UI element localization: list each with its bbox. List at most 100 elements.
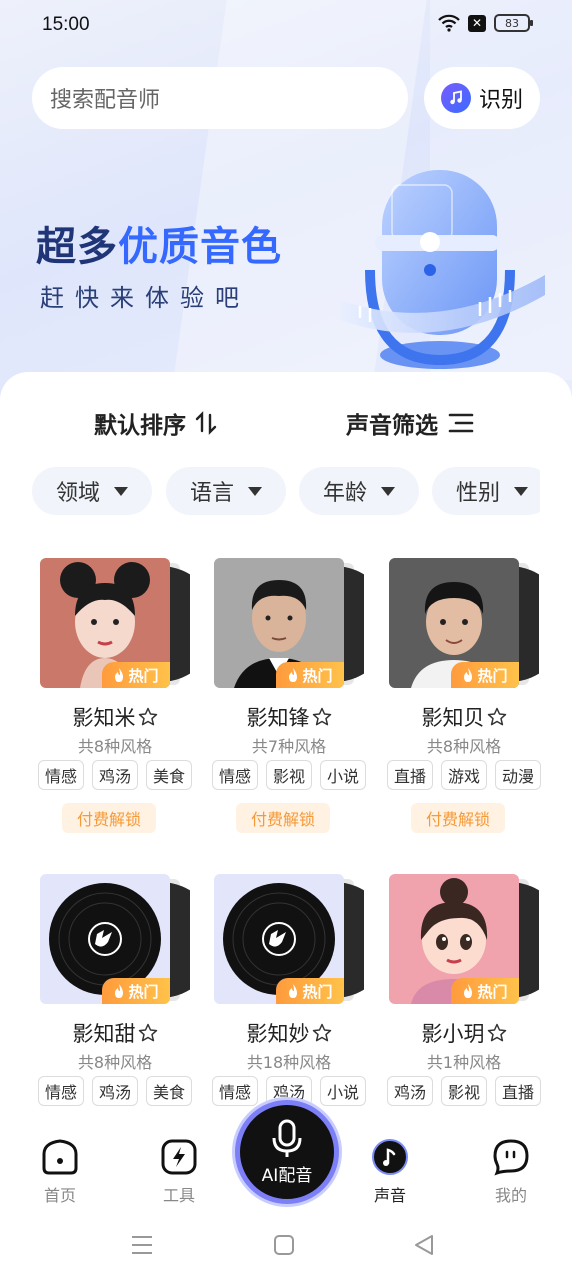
nav-tools[interactable]: 工具 [139, 1138, 219, 1206]
voice-tag: 鸡汤 [91, 760, 138, 790]
voice-card[interactable]: 热门 影知锋 共7种风格 情感 影视 小说 付费解锁 [211, 558, 392, 838]
flame-icon [115, 667, 124, 682]
voice-tag: 情感 [211, 1076, 258, 1106]
star-outline-icon[interactable] [312, 1023, 332, 1043]
home-square-icon[interactable] [273, 1234, 295, 1256]
voice-tag: 鸡汤 [386, 1076, 433, 1106]
caret-down-icon [381, 486, 395, 496]
menu-icon[interactable] [131, 1234, 153, 1256]
voice-style-count: 共7种风格 [251, 737, 327, 756]
hot-badge-label: 热门 [128, 982, 159, 1001]
sort-default-button[interactable]: 默认排序 [94, 406, 218, 440]
battery-level: 83 [505, 16, 519, 30]
nav-voice[interactable]: 声音 [350, 1138, 430, 1206]
voice-card[interactable]: 热门 影知甜 共8种风格 情感 鸡汤 美食 [37, 874, 218, 1154]
voice-cover[interactable]: 热门 [389, 874, 567, 1006]
nav-home-label: 首页 [43, 1186, 76, 1205]
voice-tags: 直播 游戏 动漫 [379, 760, 549, 790]
voice-name-row: 影知锋 [212, 702, 366, 732]
banner-subtitle: 赶快来体验吧 [40, 284, 250, 312]
voice-style-count: 共8种风格 [77, 1053, 153, 1072]
paid-unlock-button[interactable]: 付费解锁 [62, 803, 156, 833]
caret-down-icon [114, 486, 128, 496]
hot-badge-label: 热门 [477, 982, 508, 1001]
ai-dubbing-label: AI配音 [261, 1165, 313, 1186]
voice-tag: 情感 [37, 760, 84, 790]
voice-tag: 鸡汤 [91, 1076, 138, 1106]
voice-cover[interactable]: 热门 [214, 874, 392, 1006]
voice-tag: 情感 [211, 760, 258, 790]
voice-cover[interactable]: 热门 [389, 558, 567, 690]
voice-name: 影知妙 [246, 1022, 310, 1046]
back-triangle-icon[interactable] [413, 1234, 435, 1256]
voice-cover[interactable]: 热门 [40, 558, 218, 690]
ai-dubbing-button[interactable]: AI配音 [235, 1100, 339, 1204]
caret-down-icon [248, 486, 262, 496]
filter-chip-gender[interactable]: 性别 [432, 467, 540, 515]
hot-badge-label: 热门 [302, 666, 333, 685]
hot-badge-label: 热门 [302, 982, 333, 1001]
voice-tag: 游戏 [440, 760, 487, 790]
voice-name-row: 影知甜 [38, 1018, 192, 1048]
star-outline-icon[interactable] [138, 707, 158, 727]
voice-name: 影知贝 [421, 706, 485, 730]
filter-chip-language[interactable]: 语言 [166, 467, 286, 515]
nav-mine[interactable]: 我的 [471, 1138, 551, 1206]
sort-bar: 默认排序 声音筛选 [0, 400, 572, 444]
star-outline-icon[interactable] [487, 1023, 507, 1043]
voice-card[interactable]: 热门 影知贝 共8种风格 直播 游戏 动漫 付费解锁 [386, 558, 567, 838]
filter-chip-age[interactable]: 年龄 [299, 467, 419, 515]
star-outline-icon[interactable] [312, 707, 332, 727]
recognize-label: 识别 [478, 88, 523, 113]
voice-tag: 小说 [320, 760, 367, 790]
recognize-button[interactable]: 识别 [424, 67, 540, 129]
nav-home[interactable]: 首页 [20, 1138, 100, 1206]
banner-title-part1: 超多 [36, 224, 118, 270]
status-bar: 15:00 ✕ 83 [0, 0, 572, 52]
search-placeholder: 搜索配音师 [50, 88, 161, 113]
paid-unlock-button[interactable]: 付费解锁 [411, 803, 505, 833]
filter-chip-domain[interactable]: 领域 [32, 467, 152, 515]
lightning-icon [161, 1139, 197, 1175]
battery-icon: 83 [494, 14, 533, 32]
voice-cover[interactable]: 热门 [40, 874, 218, 1006]
caret-down-icon [514, 486, 528, 496]
nav-mine-label: 我的 [494, 1186, 527, 1205]
paid-unlock-button[interactable]: 付费解锁 [236, 803, 330, 833]
nav-tools-label: 工具 [162, 1186, 195, 1205]
sort-arrows-icon [195, 411, 217, 435]
filter-lines-icon [448, 413, 474, 433]
voice-tag: 影视 [440, 1076, 487, 1106]
hot-badge: 热门 [451, 662, 519, 688]
voice-cover[interactable]: 热门 [214, 558, 392, 690]
music-note-icon [440, 83, 471, 113]
voice-card[interactable]: 热门 影小玥 共1种风格 鸡汤 影视 直播 [386, 874, 567, 1154]
hot-badge-label: 热门 [128, 666, 159, 685]
voice-tags: 情感 鸡汤 美食 [30, 760, 200, 790]
profile-bubble-icon [493, 1139, 529, 1176]
voice-name: 影知甜 [72, 1022, 136, 1046]
voice-tag: 直播 [386, 760, 433, 790]
voice-name-row: 影小玥 [387, 1018, 541, 1048]
filter-chip-label: 语言 [189, 481, 234, 506]
banner-title: 超多优质音色 [36, 214, 282, 272]
voice-tag: 美食 [146, 1076, 193, 1106]
voice-note-icon [372, 1139, 408, 1175]
voice-tag: 动漫 [495, 760, 542, 790]
voice-filter-button[interactable]: 声音筛选 [346, 406, 474, 440]
hot-badge: 热门 [276, 662, 344, 688]
wifi-icon [438, 14, 460, 32]
flame-icon [115, 983, 124, 998]
voice-card[interactable]: 热门 影知米 共8种风格 情感 鸡汤 美食 付费解锁 [37, 558, 218, 838]
star-outline-icon[interactable] [138, 1023, 158, 1043]
voice-tag: 直播 [495, 1076, 542, 1106]
voice-style-count: 共1种风格 [426, 1053, 502, 1072]
status-icons: ✕ 83 [438, 14, 533, 32]
flame-icon [289, 667, 298, 682]
star-outline-icon[interactable] [487, 707, 507, 727]
sort-default-label: 默认排序 [94, 413, 186, 439]
search-input[interactable]: 搜索配音师 [32, 67, 408, 129]
voice-name-row: 影知妙 [212, 1018, 366, 1048]
hot-badge: 热门 [102, 662, 170, 688]
hot-badge: 热门 [451, 978, 519, 1004]
